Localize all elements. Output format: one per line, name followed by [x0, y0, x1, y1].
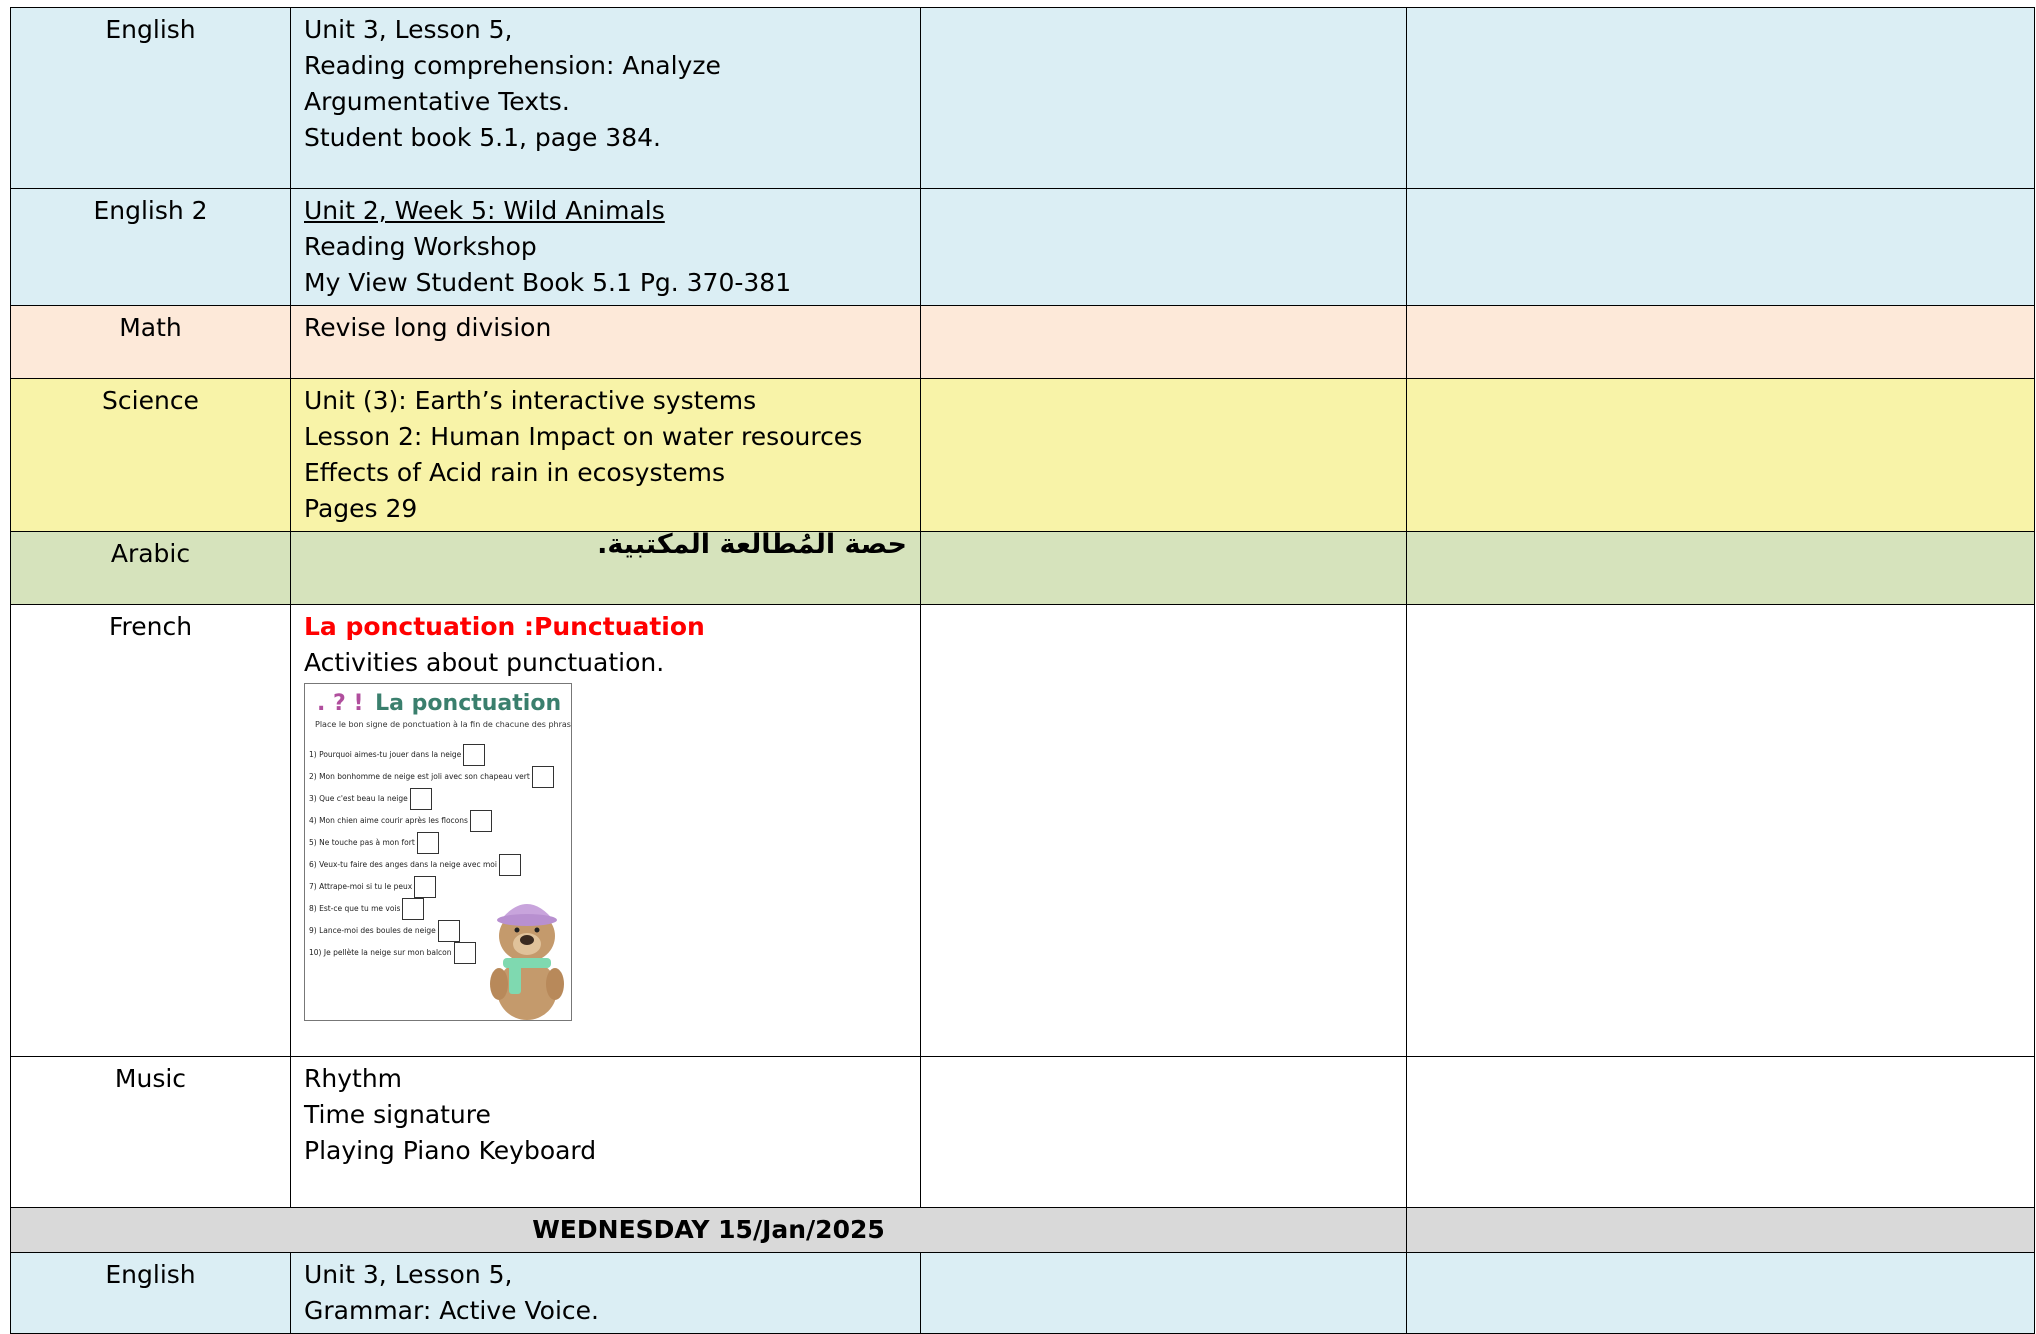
detail-line: Lesson 2: Human Impact on water resource… — [304, 422, 863, 451]
answer-box — [498, 854, 521, 876]
worksheet-item-text: 3) Que c'est beau la neige — [309, 794, 408, 803]
empty-cell — [1406, 604, 2035, 1057]
worksheet-item-text: 5) Ne touche pas à mon fort — [309, 838, 415, 847]
empty-cell — [920, 378, 1407, 532]
subject-label: English — [10, 7, 291, 189]
arabic-lesson-text: حصة المُطالعة المكتبية. — [597, 531, 907, 560]
answer-box — [437, 920, 460, 942]
answer-box — [531, 766, 554, 788]
punctuation-worksheet-image: . ? ! La ponctuation Place le bon signe … — [304, 683, 572, 1021]
answer-box — [402, 898, 425, 920]
empty-cell — [1406, 378, 2035, 532]
french-heading: La ponctuation :Punctuation — [304, 612, 705, 641]
empty-cell — [920, 1056, 1407, 1208]
worksheet-item: 1) Pourquoi aimes-tu jouer dans la neige — [309, 744, 486, 766]
detail-line: Activities about punctuation. — [304, 648, 665, 677]
subject-label: Science — [10, 378, 291, 532]
punctuation-marks: . ? ! — [317, 691, 364, 716]
detail-line: My View Student Book 5.1 Pg. 370-381 — [304, 268, 792, 297]
subject-label: English 2 — [10, 188, 291, 306]
row-music: Music Rhythm Time signature Playing Pian… — [10, 1056, 2035, 1208]
row-french: French La ponctuation :Punctuation Activ… — [10, 604, 2035, 1057]
subject-label: Arabic — [10, 531, 291, 605]
answer-box — [463, 744, 486, 766]
worksheet-item-text: 7) Attrape-moi si tu le peux — [309, 882, 413, 891]
detail-line: Grammar: Active Voice. — [304, 1296, 599, 1325]
empty-cell — [920, 188, 1407, 306]
detail-line: Playing Piano Keyboard — [304, 1136, 597, 1165]
answer-box — [414, 876, 437, 898]
empty-cell — [920, 531, 1407, 605]
subject-label: French — [10, 604, 291, 1057]
empty-cell — [1406, 1207, 2035, 1253]
answer-box — [469, 810, 492, 832]
detail-line: Unit 2, Week 5: Wild Animals — [304, 196, 665, 225]
worksheet-item-text: 8) Est-ce que tu me vois — [309, 904, 401, 913]
bear-illustration-icon — [490, 904, 564, 1020]
worksheet-title-text: La ponctuation — [375, 691, 562, 716]
empty-cell — [1406, 531, 2035, 605]
worksheet-item-text: 2) Mon bonhomme de neige est joli avec s… — [309, 772, 530, 781]
row-english-wednesday: English Unit 3, Lesson 5, Grammar: Activ… — [10, 1252, 2035, 1334]
row-day-header: WEDNESDAY 15/Jan/2025 — [10, 1207, 2035, 1253]
row-english: English Unit 3, Lesson 5, Reading compre… — [10, 7, 2035, 189]
detail-line: Rhythm — [304, 1064, 403, 1093]
worksheet-item-text: 4) Mon chien aime courir après les floco… — [309, 816, 468, 825]
subject-label: Math — [10, 305, 291, 379]
row-arabic: Arabic حصة المُطالعة المكتبية. — [10, 531, 2035, 605]
answer-box — [453, 942, 476, 964]
detail-line: Revise long division — [304, 313, 552, 342]
lesson-details: Unit 3, Lesson 5, Grammar: Active Voice. — [290, 1252, 921, 1334]
empty-cell — [1406, 1056, 2035, 1208]
detail-line: Reading comprehension: Analyze Argumenta… — [304, 51, 721, 116]
lesson-details: Unit (3): Earth’s interactive systems Le… — [290, 378, 921, 532]
lesson-plan-table: English Unit 3, Lesson 5, Reading compre… — [10, 7, 2035, 1334]
worksheet-item: 7) Attrape-moi si tu le peux — [309, 876, 437, 898]
empty-cell — [920, 1252, 1407, 1334]
worksheet-item: 3) Que c'est beau la neige — [309, 788, 432, 810]
answer-box — [409, 788, 432, 810]
worksheet-item-text: 6) Veux-tu faire des anges dans la neige… — [309, 860, 497, 869]
lesson-details: Unit 3, Lesson 5, Reading comprehension:… — [290, 7, 921, 189]
detail-line: Effects of Acid rain in ecosystems — [304, 458, 726, 487]
detail-line: Unit 3, Lesson 5, — [304, 15, 513, 44]
empty-cell — [1406, 1252, 2035, 1334]
lesson-details: Rhythm Time signature Playing Piano Keyb… — [290, 1056, 921, 1208]
empty-cell — [1406, 188, 2035, 306]
lesson-details: La ponctuation :Punctuation Activities a… — [290, 604, 921, 1057]
detail-line: Time signature — [304, 1100, 491, 1129]
worksheet-item-text: 10) Je pellète la neige sur mon balcon — [309, 948, 452, 957]
empty-cell — [920, 604, 1407, 1057]
worksheet-item: 2) Mon bonhomme de neige est joli avec s… — [309, 766, 554, 788]
subject-label: Music — [10, 1056, 291, 1208]
worksheet-item: 9) Lance-moi des boules de neige — [309, 920, 460, 942]
worksheet-title: . ? ! La ponctuation — [317, 686, 561, 722]
worksheet-item: 8) Est-ce que tu me vois — [309, 898, 425, 920]
row-english-2: English 2 Unit 2, Week 5: Wild Animals R… — [10, 188, 2035, 306]
worksheet-item-text: 9) Lance-moi des boules de neige — [309, 926, 436, 935]
subject-label: English — [10, 1252, 291, 1334]
worksheet-item: 6) Veux-tu faire des anges dans la neige… — [309, 854, 521, 876]
detail-line: Unit (3): Earth’s interactive systems — [304, 386, 757, 415]
worksheet-item: 10) Je pellète la neige sur mon balcon — [309, 942, 476, 964]
worksheet-instruction: Place le bon signe de ponctuation à la f… — [315, 720, 572, 729]
detail-line: Unit 3, Lesson 5, — [304, 1260, 513, 1289]
lesson-details: حصة المُطالعة المكتبية. — [290, 531, 921, 605]
row-math: Math Revise long division — [10, 305, 2035, 379]
empty-cell — [920, 7, 1407, 189]
empty-cell — [1406, 7, 2035, 189]
lesson-details: Unit 2, Week 5: Wild Animals Reading Wor… — [290, 188, 921, 306]
day-header: WEDNESDAY 15/Jan/2025 — [10, 1207, 1407, 1253]
answer-box — [416, 832, 439, 854]
lesson-details: Revise long division — [290, 305, 921, 379]
empty-cell — [1406, 305, 2035, 379]
worksheet-item: 5) Ne touche pas à mon fort — [309, 832, 439, 854]
detail-line: Pages 29 — [304, 494, 418, 523]
detail-line: Student book 5.1, page 384. — [304, 123, 661, 152]
row-science: Science Unit (3): Earth’s interactive sy… — [10, 378, 2035, 532]
empty-cell — [920, 305, 1407, 379]
detail-line: Reading Workshop — [304, 232, 537, 261]
worksheet-item: 4) Mon chien aime courir après les floco… — [309, 810, 492, 832]
worksheet-item-text: 1) Pourquoi aimes-tu jouer dans la neige — [309, 750, 462, 759]
